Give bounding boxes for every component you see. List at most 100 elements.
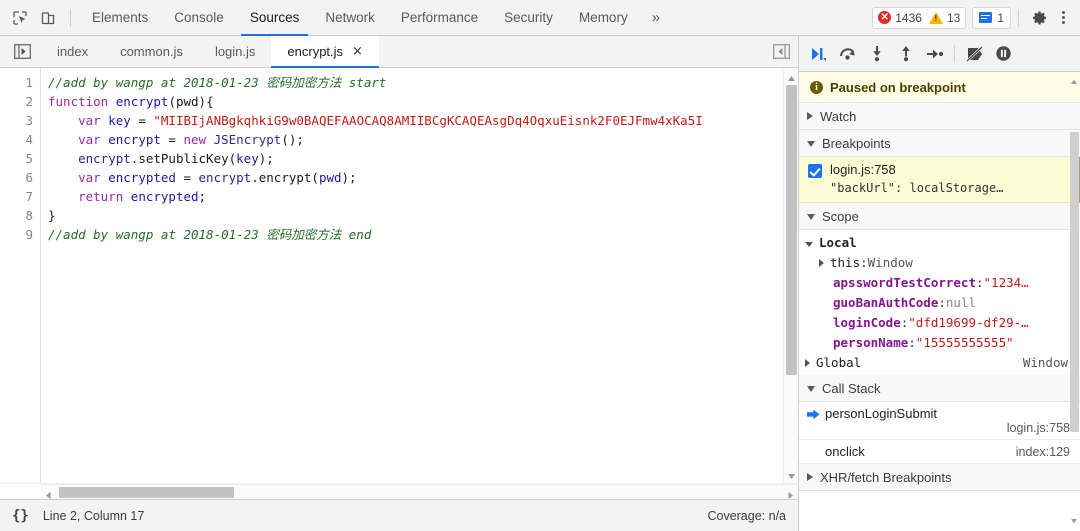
error-counter[interactable]: ✕ 1436 [878, 11, 922, 25]
source-file-tabbar: index common.js login.js encrypt.js × [0, 36, 798, 68]
source-code-text[interactable]: //add by wangp at 2018-01-23 密码加密方法 star… [41, 68, 783, 483]
code-token: //add by wangp at 2018-01-23 密码加密方法 end [48, 227, 371, 242]
call-stack-frame-selected[interactable]: personLoginSubmit login.js:758 [799, 402, 1080, 440]
debugger-sidebar: i Paused on breakpoint Watch Breakpoints… [799, 36, 1080, 531]
variable-name: loginCode [833, 313, 901, 333]
code-scroll-area[interactable]: 1 2 3 4 5 6 7 8 9 //add by wangp at 2018… [0, 68, 783, 483]
show-debugger-sidebar-icon[interactable] [768, 40, 794, 64]
tab-memory[interactable]: Memory [566, 0, 641, 36]
call-stack-frame[interactable]: onclick index:129 [799, 440, 1080, 464]
tab-sources[interactable]: Sources [237, 0, 313, 36]
breakpoint-checkbox[interactable] [808, 164, 822, 178]
breakpoint-list-item[interactable]: login.js:758 "backUrl": localStorage… [799, 157, 1080, 203]
code-token [48, 151, 78, 166]
pretty-print-icon[interactable]: {} [12, 508, 29, 524]
debugger-toolbar [799, 36, 1080, 72]
code-line[interactable]: var key = "MIIBIjANBgkqhkiG9w0BAQEFAAOCA… [48, 111, 783, 130]
scope-variable-apsswordtestcorrect[interactable]: apsswordTestCorrect: "1234… [805, 273, 1080, 293]
message-counter[interactable]: 1 [972, 7, 1011, 29]
close-icon[interactable]: × [352, 45, 363, 58]
code-line[interactable]: return encrypted; [48, 187, 783, 206]
file-tab-label: index [57, 36, 88, 68]
line-number[interactable]: 6 [0, 168, 40, 187]
line-number[interactable]: 3 [0, 111, 40, 130]
code-line[interactable]: var encrypt = new JSEncrypt(); [48, 130, 783, 149]
code-line[interactable]: //add by wangp at 2018-01-23 密码加密方法 star… [48, 73, 783, 92]
code-line[interactable]: encrypt.setPublicKey(key); [48, 149, 783, 168]
coverage-label: Coverage: n/a [707, 509, 786, 523]
section-header-xhr-breakpoints[interactable]: XHR/fetch Breakpoints [799, 464, 1080, 491]
tab-performance[interactable]: Performance [388, 0, 491, 36]
code-line[interactable]: //add by wangp at 2018-01-23 密码加密方法 end [48, 225, 783, 244]
scroll-down-icon[interactable] [787, 470, 796, 479]
sidebar-vertical-scrollbar[interactable] [1068, 72, 1080, 531]
scroll-right-icon[interactable] [787, 489, 794, 503]
inspect-element-icon[interactable] [6, 5, 34, 31]
gear-icon[interactable] [1026, 5, 1054, 31]
line-number[interactable]: 1 [0, 73, 40, 92]
scrollbar-thumb-horizontal[interactable] [59, 487, 234, 498]
line-number[interactable]: 7 [0, 187, 40, 206]
paused-banner: i Paused on breakpoint [799, 72, 1080, 103]
tab-console[interactable]: Console [161, 0, 237, 36]
deactivate-breakpoints-icon[interactable] [961, 41, 988, 67]
file-tab-index[interactable]: index [41, 36, 104, 68]
section-header-watch[interactable]: Watch [799, 103, 1080, 130]
section-header-breakpoints[interactable]: Breakpoints [799, 130, 1080, 157]
step-icon[interactable] [921, 41, 948, 67]
editor-horizontal-scrollbar[interactable] [41, 484, 798, 499]
file-tab-common-js[interactable]: common.js [104, 36, 199, 68]
scope-group-local[interactable]: Local [805, 233, 1080, 253]
tab-network[interactable]: Network [312, 0, 388, 36]
step-into-icon[interactable] [863, 41, 890, 67]
tab-elements[interactable]: Elements [79, 0, 161, 36]
scope-variable-logincode[interactable]: loginCode: "dfd19699-df29-… [805, 313, 1080, 333]
scrollbar-thumb[interactable] [786, 85, 797, 375]
variable-name: guoBanAuthCode [833, 293, 938, 313]
code-token: var [78, 113, 101, 128]
editor-vertical-scrollbar[interactable] [783, 68, 798, 483]
code-token: encrypted [108, 170, 176, 185]
line-number[interactable]: 2 [0, 92, 40, 111]
pause-on-exceptions-icon[interactable] [990, 41, 1017, 67]
scroll-up-icon[interactable] [787, 72, 796, 81]
scope-tree: Local this: Window apsswordTestCorrect: … [799, 230, 1080, 375]
scrollbar-thumb[interactable] [1070, 132, 1079, 432]
line-number[interactable]: 9 [0, 225, 40, 244]
kebab-menu-icon[interactable] [1054, 11, 1072, 24]
code-line[interactable]: var encrypted = encrypt.encrypt(pwd); [48, 168, 783, 187]
file-tab-encrypt-js[interactable]: encrypt.js × [271, 36, 379, 68]
scope-group-global[interactable]: Global Window [805, 353, 1080, 373]
more-panels-button[interactable]: » [641, 0, 671, 36]
code-token: = [131, 113, 154, 128]
device-toolbar-icon[interactable] [34, 5, 62, 31]
scroll-gutter-spacer [0, 484, 41, 499]
line-number[interactable]: 5 [0, 149, 40, 168]
tab-security[interactable]: Security [491, 0, 566, 36]
scope-variable-personname[interactable]: personName: "15555555555" [805, 333, 1080, 353]
warning-counter[interactable]: 13 [929, 11, 960, 25]
scope-variable-this[interactable]: this: Window [805, 253, 1080, 273]
scroll-left-icon[interactable] [45, 489, 52, 503]
step-over-icon[interactable] [834, 41, 861, 67]
code-line[interactable]: } [48, 206, 783, 225]
issue-counters[interactable]: ✕ 1436 13 [872, 7, 966, 29]
section-header-call-stack[interactable]: Call Stack [799, 375, 1080, 402]
breakpoint-detail: login.js:758 "backUrl": localStorage… [830, 162, 1003, 196]
scope-group-label: Global [816, 353, 861, 373]
scroll-up-icon[interactable] [1070, 75, 1078, 89]
code-token: .encrypt( [251, 170, 319, 185]
variable-name: apsswordTestCorrect [833, 273, 976, 293]
devtools-body: index common.js login.js encrypt.js × [0, 36, 1080, 531]
show-navigator-icon[interactable] [8, 40, 36, 64]
section-header-scope[interactable]: Scope [799, 203, 1080, 230]
code-token: = [161, 132, 184, 147]
scope-variable-guobanauthcode[interactable]: guoBanAuthCode: null [805, 293, 1080, 313]
resume-icon[interactable] [805, 41, 832, 67]
scroll-down-icon[interactable] [1070, 514, 1078, 528]
line-number[interactable]: 4 [0, 130, 40, 149]
code-line[interactable]: function encrypt(pwd){ [48, 92, 783, 111]
line-number[interactable]: 8 [0, 206, 40, 225]
step-out-icon[interactable] [892, 41, 919, 67]
file-tab-login-js[interactable]: login.js [199, 36, 271, 68]
